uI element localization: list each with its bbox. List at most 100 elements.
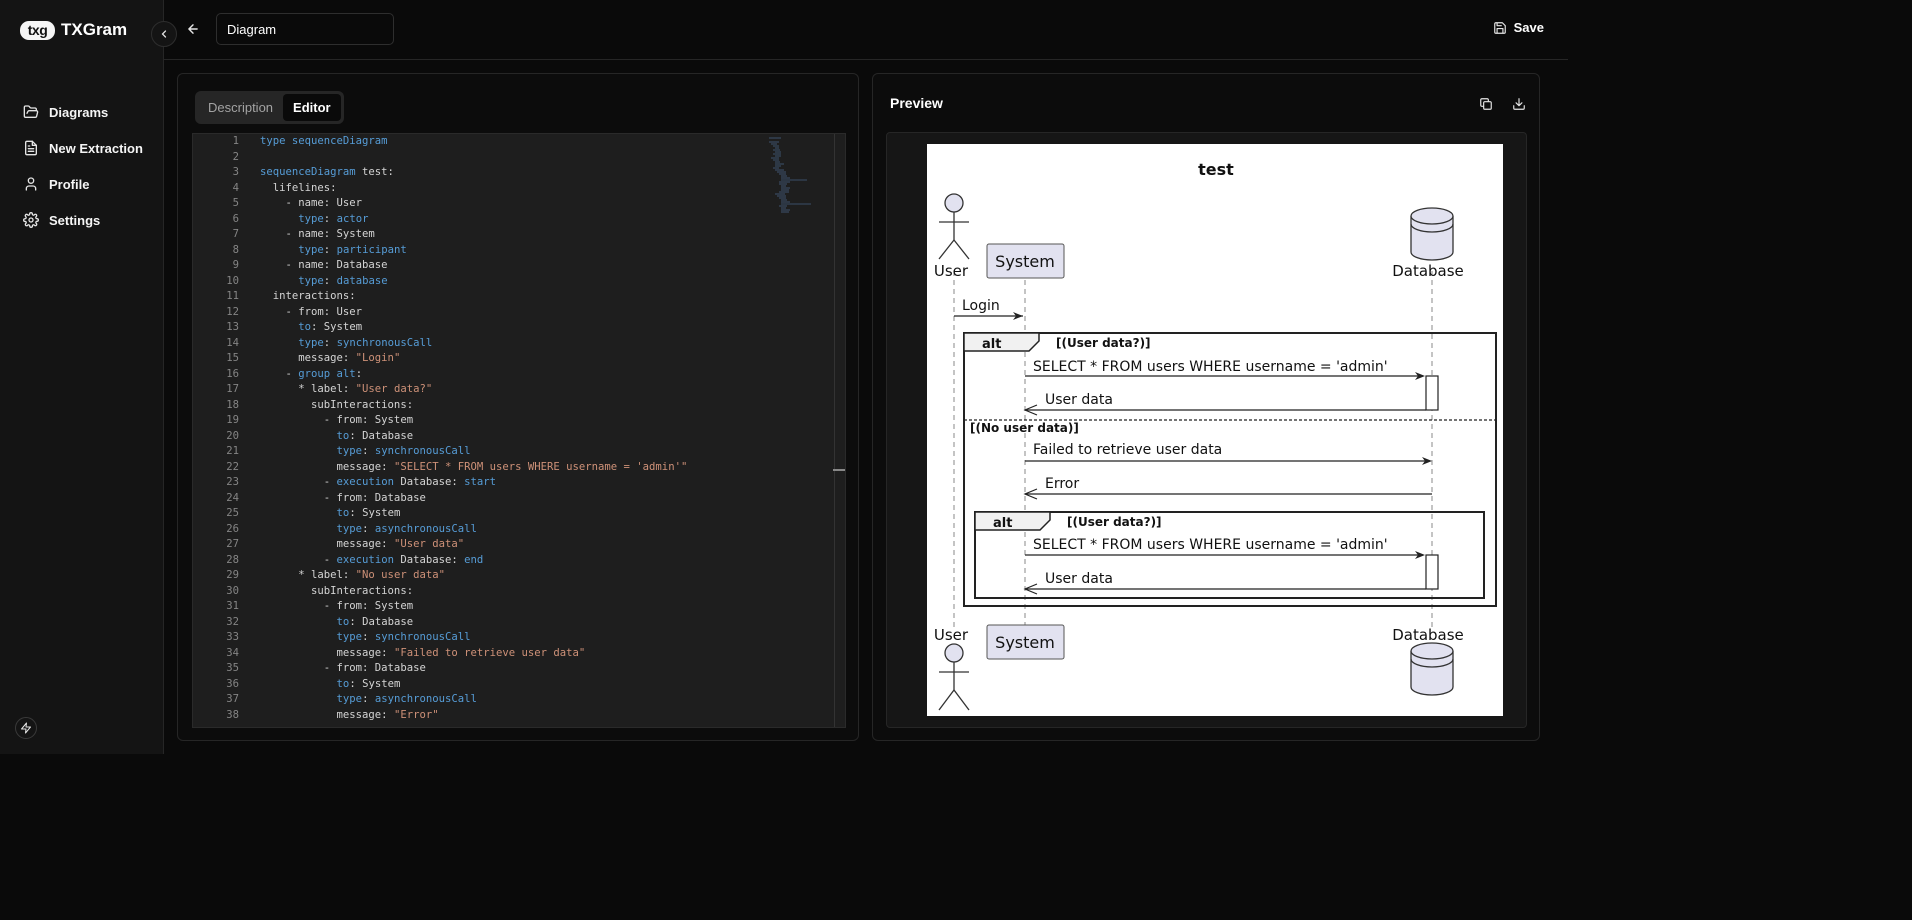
code-line[interactable]: 14 type: synchronousCall bbox=[193, 336, 845, 352]
code-text: to: Database bbox=[336, 429, 414, 442]
code-line[interactable]: 30 subInteractions: bbox=[193, 584, 845, 600]
sidebar-nav: Diagrams New Extraction Profile Settings bbox=[23, 94, 143, 238]
code-line[interactable]: 28 - execution Database: end bbox=[193, 553, 845, 569]
code-line[interactable]: 26 type: asynchronousCall bbox=[193, 522, 845, 538]
code-line[interactable]: 12 - from: User bbox=[193, 305, 845, 321]
code-line[interactable]: 9 - name: Database bbox=[193, 258, 845, 274]
line-number: 32 bbox=[226, 615, 239, 628]
collapse-sidebar-button[interactable] bbox=[151, 21, 177, 47]
gear-icon bbox=[23, 212, 39, 228]
code-text: - execution Database: end bbox=[260, 553, 484, 566]
code-line[interactable]: 20 to: Database bbox=[193, 429, 845, 445]
code-line[interactable]: 18 subInteractions: bbox=[193, 398, 845, 414]
code-text: - execution Database: start bbox=[260, 476, 497, 488]
sidebar-item-diagrams[interactable]: Diagrams bbox=[23, 94, 143, 130]
code-editor[interactable]: 1 type sequenceDiagram 2 3 sequenceDiagram t… bbox=[192, 133, 846, 728]
code-line[interactable]: 15 message: "Login" bbox=[193, 351, 845, 367]
diagram-title: test bbox=[1198, 160, 1234, 179]
code-line[interactable]: 3 sequenceDiagram test: bbox=[193, 165, 845, 181]
editor-panel: Description Editor 1 type sequenceDiagram… bbox=[177, 73, 859, 741]
code-line[interactable]: 33 type: synchronousCall bbox=[193, 630, 845, 646]
code-line[interactable]: 37 type: asynchronousCall bbox=[193, 692, 845, 708]
save-button[interactable]: Save bbox=[1493, 20, 1544, 35]
code-line[interactable]: 29 * label: "No user data" bbox=[193, 568, 845, 584]
code-line[interactable]: 1 type sequenceDiagram bbox=[193, 134, 845, 150]
sidebar-item-label: Profile bbox=[49, 176, 90, 192]
code-line[interactable]: 27 message: "User data" bbox=[193, 537, 845, 553]
diagram-title-input[interactable] bbox=[216, 13, 394, 45]
code-text: - from: Database bbox=[260, 491, 426, 504]
bolt-icon bbox=[21, 722, 31, 734]
preview-panel: Preview test User System Database Login … bbox=[872, 73, 1540, 741]
code-line[interactable]: 21 type: synchronousCall bbox=[193, 444, 845, 460]
save-label: Save bbox=[1513, 20, 1544, 35]
code-text: interactions: bbox=[260, 290, 356, 302]
code-text: to: System bbox=[336, 677, 401, 690]
participant-label-user-top: User bbox=[934, 262, 969, 280]
line-number: 2 bbox=[232, 150, 239, 163]
code-line[interactable]: 36 to: System bbox=[193, 677, 845, 693]
message-error: Error bbox=[1045, 476, 1079, 492]
else-guard: [(No user data)] bbox=[970, 421, 1079, 435]
app-logo[interactable]: txg TXGram bbox=[20, 20, 127, 40]
code-text: subInteractions: bbox=[260, 584, 414, 597]
activation-database-1 bbox=[1425, 375, 1439, 411]
line-number: 13 bbox=[226, 321, 239, 333]
code-minimap[interactable] bbox=[767, 136, 827, 226]
code-line[interactable]: 31 - from: System bbox=[193, 599, 845, 615]
code-line[interactable]: 6 type: actor bbox=[193, 212, 845, 228]
code-text: type: database bbox=[298, 274, 388, 287]
top-bar: Save bbox=[164, 0, 1568, 60]
tab-editor[interactable]: Editor bbox=[283, 94, 341, 121]
code-line[interactable]: 7 - name: System bbox=[193, 227, 845, 243]
line-number: 34 bbox=[226, 646, 239, 659]
code-text: type: synchronousCall bbox=[298, 336, 433, 349]
line-number: 37 bbox=[226, 693, 239, 705]
code-line[interactable]: 5 - name: User bbox=[193, 196, 845, 212]
code-line[interactable]: 38 message: "Error" bbox=[193, 708, 845, 724]
line-number: 18 bbox=[226, 398, 239, 411]
line-number: 24 bbox=[226, 491, 239, 504]
code-line[interactable]: 10 type: database bbox=[193, 274, 845, 290]
alt-tab-outer bbox=[963, 332, 1040, 352]
message-select-2: SELECT * FROM users WHERE username = 'ad… bbox=[1033, 537, 1388, 553]
code-line[interactable]: 4 lifelines: bbox=[193, 181, 845, 197]
code-line[interactable]: 32 to: Database bbox=[193, 615, 845, 631]
folder-open-icon bbox=[23, 105, 39, 118]
bolt-button[interactable] bbox=[15, 717, 37, 739]
code-line[interactable]: 11 interactions: bbox=[193, 289, 845, 305]
logo-mark: txg bbox=[20, 20, 55, 40]
sidebar-item-settings[interactable]: Settings bbox=[23, 202, 143, 238]
code-line[interactable]: 22 message: "SELECT * FROM users WHERE u… bbox=[193, 460, 845, 476]
code-line[interactable]: 23 - execution Database: start bbox=[193, 475, 845, 491]
download-button[interactable] bbox=[1512, 97, 1526, 116]
code-text: message: "Error" bbox=[260, 708, 439, 721]
sidebar-item-new-extraction[interactable]: New Extraction bbox=[23, 130, 143, 166]
message-login: Login bbox=[962, 298, 1000, 314]
message-failed: Failed to retrieve user data bbox=[1033, 442, 1222, 458]
code-line[interactable]: 19 - from: System bbox=[193, 413, 845, 429]
code-line[interactable]: 17 * label: "User data?" bbox=[193, 382, 845, 398]
code-line[interactable]: 2 bbox=[193, 150, 845, 166]
line-number: 35 bbox=[226, 662, 239, 674]
code-line[interactable]: 13 to: System bbox=[193, 320, 845, 336]
code-line[interactable]: 34 message: "Failed to retrieve user dat… bbox=[193, 646, 845, 662]
code-line[interactable]: 8 type: participant bbox=[193, 243, 845, 259]
tab-description[interactable]: Description bbox=[198, 94, 283, 121]
code-line[interactable]: 24 - from: Database bbox=[193, 491, 845, 507]
line-number: 23 bbox=[226, 476, 239, 488]
code-line[interactable]: 25 to: System bbox=[193, 506, 845, 522]
sidebar-item-profile[interactable]: Profile bbox=[23, 166, 143, 202]
line-number: 38 bbox=[226, 708, 239, 721]
sidebar-item-label: New Extraction bbox=[49, 140, 143, 156]
alt-tab-inner bbox=[974, 511, 1051, 531]
code-line[interactable]: 16 - group alt: bbox=[193, 367, 845, 383]
code-text: - from: System bbox=[260, 414, 414, 426]
editor-scrollbar[interactable] bbox=[834, 134, 835, 727]
back-button[interactable] bbox=[186, 22, 200, 41]
line-number: 1 bbox=[232, 135, 239, 147]
copy-button[interactable] bbox=[1479, 97, 1493, 116]
code-text: - name: Database bbox=[260, 259, 388, 271]
code-line[interactable]: 35 - from: Database bbox=[193, 661, 845, 677]
